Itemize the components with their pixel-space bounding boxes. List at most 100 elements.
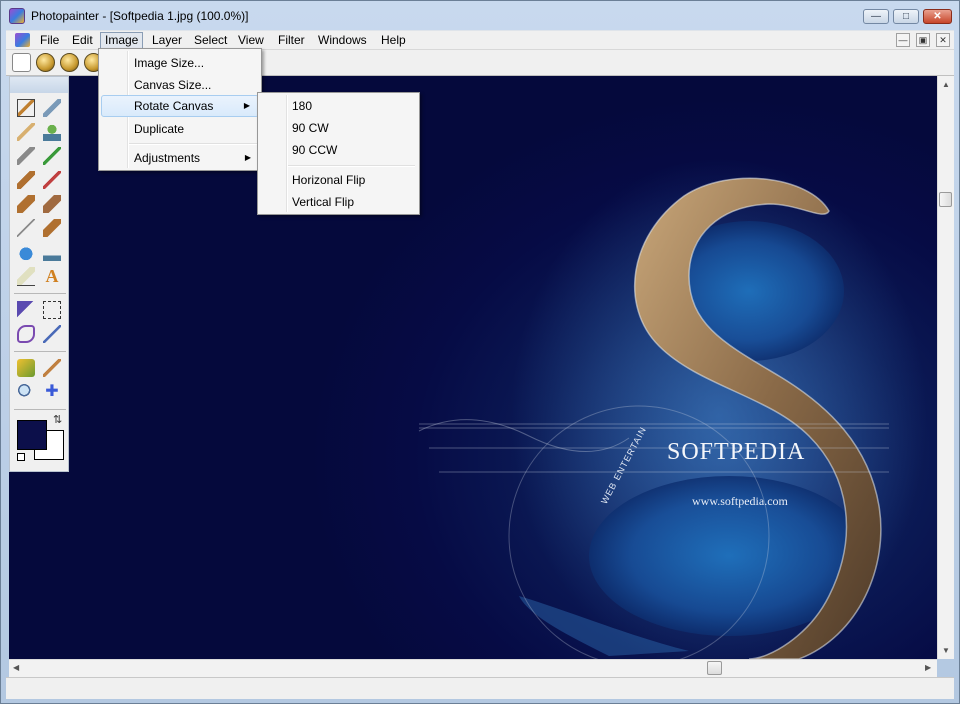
stamp-icon — [43, 123, 61, 141]
vertical-scrollbar[interactable]: ▲ ▼ — [937, 76, 954, 659]
scroll-left-icon[interactable]: ◀ — [13, 663, 19, 672]
tool-sharpen[interactable] — [40, 241, 64, 263]
horizontal-scroll-thumb[interactable] — [707, 661, 722, 675]
tool-magic-wand[interactable] — [40, 323, 64, 345]
tools-separator — [14, 351, 66, 352]
tool-blur[interactable] — [14, 241, 38, 263]
tool-zoom[interactable] — [14, 381, 38, 403]
softpedia-url: www.softpedia.com — [692, 494, 788, 508]
menu-item-label: Canvas Size... — [134, 78, 212, 92]
menu-item-canvas-size[interactable]: Canvas Size... — [101, 74, 259, 96]
submenu-arrow-icon: ▶ — [244, 153, 251, 162]
menu-filter[interactable]: Filter — [274, 32, 309, 49]
brush2-icon — [43, 219, 61, 237]
tools-separator — [14, 293, 66, 294]
scroll-right-icon[interactable]: ▶ — [925, 663, 931, 672]
tool-move-selection[interactable] — [14, 299, 38, 321]
rotate-canvas-submenu: 180 90 CW 90 CCW Horizonal Flip Vertical… — [257, 92, 420, 215]
menu-image[interactable]: Image — [100, 32, 144, 49]
tool-stamp[interactable] — [40, 121, 64, 143]
child-close-button[interactable]: ✕ — [936, 33, 950, 47]
open-icon[interactable] — [36, 53, 55, 72]
tool-gradient[interactable] — [14, 357, 38, 379]
child-restore-button[interactable]: ▣ — [916, 33, 930, 47]
image-menu-dropdown: Image Size... Canvas Size... Rotate Canv… — [98, 48, 262, 171]
swap-colors-icon[interactable]: ⇅ — [53, 413, 62, 426]
color-picker-icon — [43, 359, 61, 377]
title-bar: Photopainter - [Softpedia 1.jpg (100.0%)… — [1, 1, 959, 30]
menu-item-adjustments[interactable]: Adjustments ▶ — [101, 147, 259, 169]
magic-wand-icon — [43, 325, 61, 343]
tool-smudge[interactable] — [14, 145, 38, 167]
tool-pencil[interactable] — [14, 121, 38, 143]
menu-item-label: Adjustments — [134, 151, 201, 165]
sharpen-icon — [43, 243, 61, 261]
pencil-icon — [17, 123, 35, 141]
tool-fill[interactable] — [14, 193, 38, 215]
blur-icon — [17, 243, 35, 261]
minimize-button[interactable]: — — [863, 9, 889, 24]
save-icon[interactable] — [60, 53, 79, 72]
tool-lasso[interactable] — [14, 323, 38, 345]
tool-eraser[interactable] — [14, 265, 38, 287]
menu-separator — [288, 165, 415, 167]
tools-palette-header[interactable] — [10, 77, 68, 93]
tool-airbrush[interactable] — [40, 97, 64, 119]
tool-pen[interactable] — [40, 145, 64, 167]
menu-item-label: Duplicate — [134, 122, 185, 136]
menu-item-duplicate[interactable]: Duplicate — [101, 118, 259, 140]
menu-select[interactable]: Select — [190, 32, 231, 49]
status-bar — [6, 677, 954, 699]
menu-view[interactable]: View — [234, 32, 268, 49]
menu-item-label: Rotate Canvas — [134, 99, 214, 113]
menu-bar: File Edit Image Layer Select View Filter… — [6, 30, 954, 50]
menu-item-rotate-180[interactable]: 180 — [260, 95, 417, 117]
tools-palette: A ✚ ⇅ — [9, 76, 69, 472]
softpedia-watermark: SOFTPEDIA — [667, 439, 806, 465]
bucket-icon — [43, 195, 61, 213]
scroll-down-icon[interactable]: ▼ — [942, 646, 950, 655]
menu-layer[interactable]: Layer — [148, 32, 186, 49]
document-icon[interactable] — [15, 33, 30, 47]
vertical-scroll-thumb[interactable] — [939, 192, 952, 207]
tool-brush[interactable] — [14, 97, 38, 119]
photopainter-app-icon[interactable] — [9, 8, 25, 24]
menu-item-label: Image Size... — [134, 56, 205, 70]
menu-item-rotate-90-cw[interactable]: 90 CW — [260, 117, 417, 139]
menu-item-rotate-canvas[interactable]: Rotate Canvas ▶ — [101, 95, 259, 117]
horizontal-scrollbar[interactable]: ◀ ▶ — [9, 659, 937, 677]
smudge-icon — [17, 147, 35, 165]
menu-item-rotate-90-ccw[interactable]: 90 CCW — [260, 139, 417, 161]
tools-separator — [14, 409, 66, 410]
foreground-color-swatch[interactable] — [17, 420, 47, 450]
brush-icon — [17, 99, 35, 117]
tool-text[interactable]: A — [40, 265, 64, 287]
maximize-button[interactable]: □ — [893, 9, 919, 24]
child-minimize-button[interactable]: — — [896, 33, 910, 47]
tool-wand[interactable] — [14, 217, 38, 239]
new-icon[interactable] — [12, 53, 31, 72]
default-colors-icon[interactable] — [17, 453, 25, 461]
menu-file[interactable]: File — [36, 32, 63, 49]
tool-bucket[interactable] — [40, 193, 64, 215]
menu-item-image-size[interactable]: Image Size... — [101, 52, 259, 74]
tool-dropper[interactable] — [40, 169, 64, 191]
scroll-up-icon[interactable]: ▲ — [942, 80, 950, 89]
tool-move[interactable]: ✚ — [40, 381, 64, 403]
tool-brush2[interactable] — [40, 217, 64, 239]
tool-rect-select[interactable] — [40, 299, 64, 321]
move-icon: ✚ — [45, 383, 59, 400]
move-selection-icon — [17, 301, 35, 319]
menu-help[interactable]: Help — [377, 32, 410, 49]
menu-item-horizontal-flip[interactable]: Horizonal Flip — [260, 169, 417, 191]
menu-windows[interactable]: Windows — [314, 32, 371, 49]
paint-icon — [17, 171, 35, 189]
text-icon: A — [45, 266, 59, 286]
menu-item-vertical-flip[interactable]: Vertical Flip — [260, 191, 417, 213]
fill-icon — [17, 195, 35, 213]
lasso-icon — [17, 325, 35, 343]
close-button[interactable]: ✕ — [923, 9, 952, 24]
menu-edit[interactable]: Edit — [68, 32, 97, 49]
tool-paint[interactable] — [14, 169, 38, 191]
tool-color-picker[interactable] — [40, 357, 64, 379]
